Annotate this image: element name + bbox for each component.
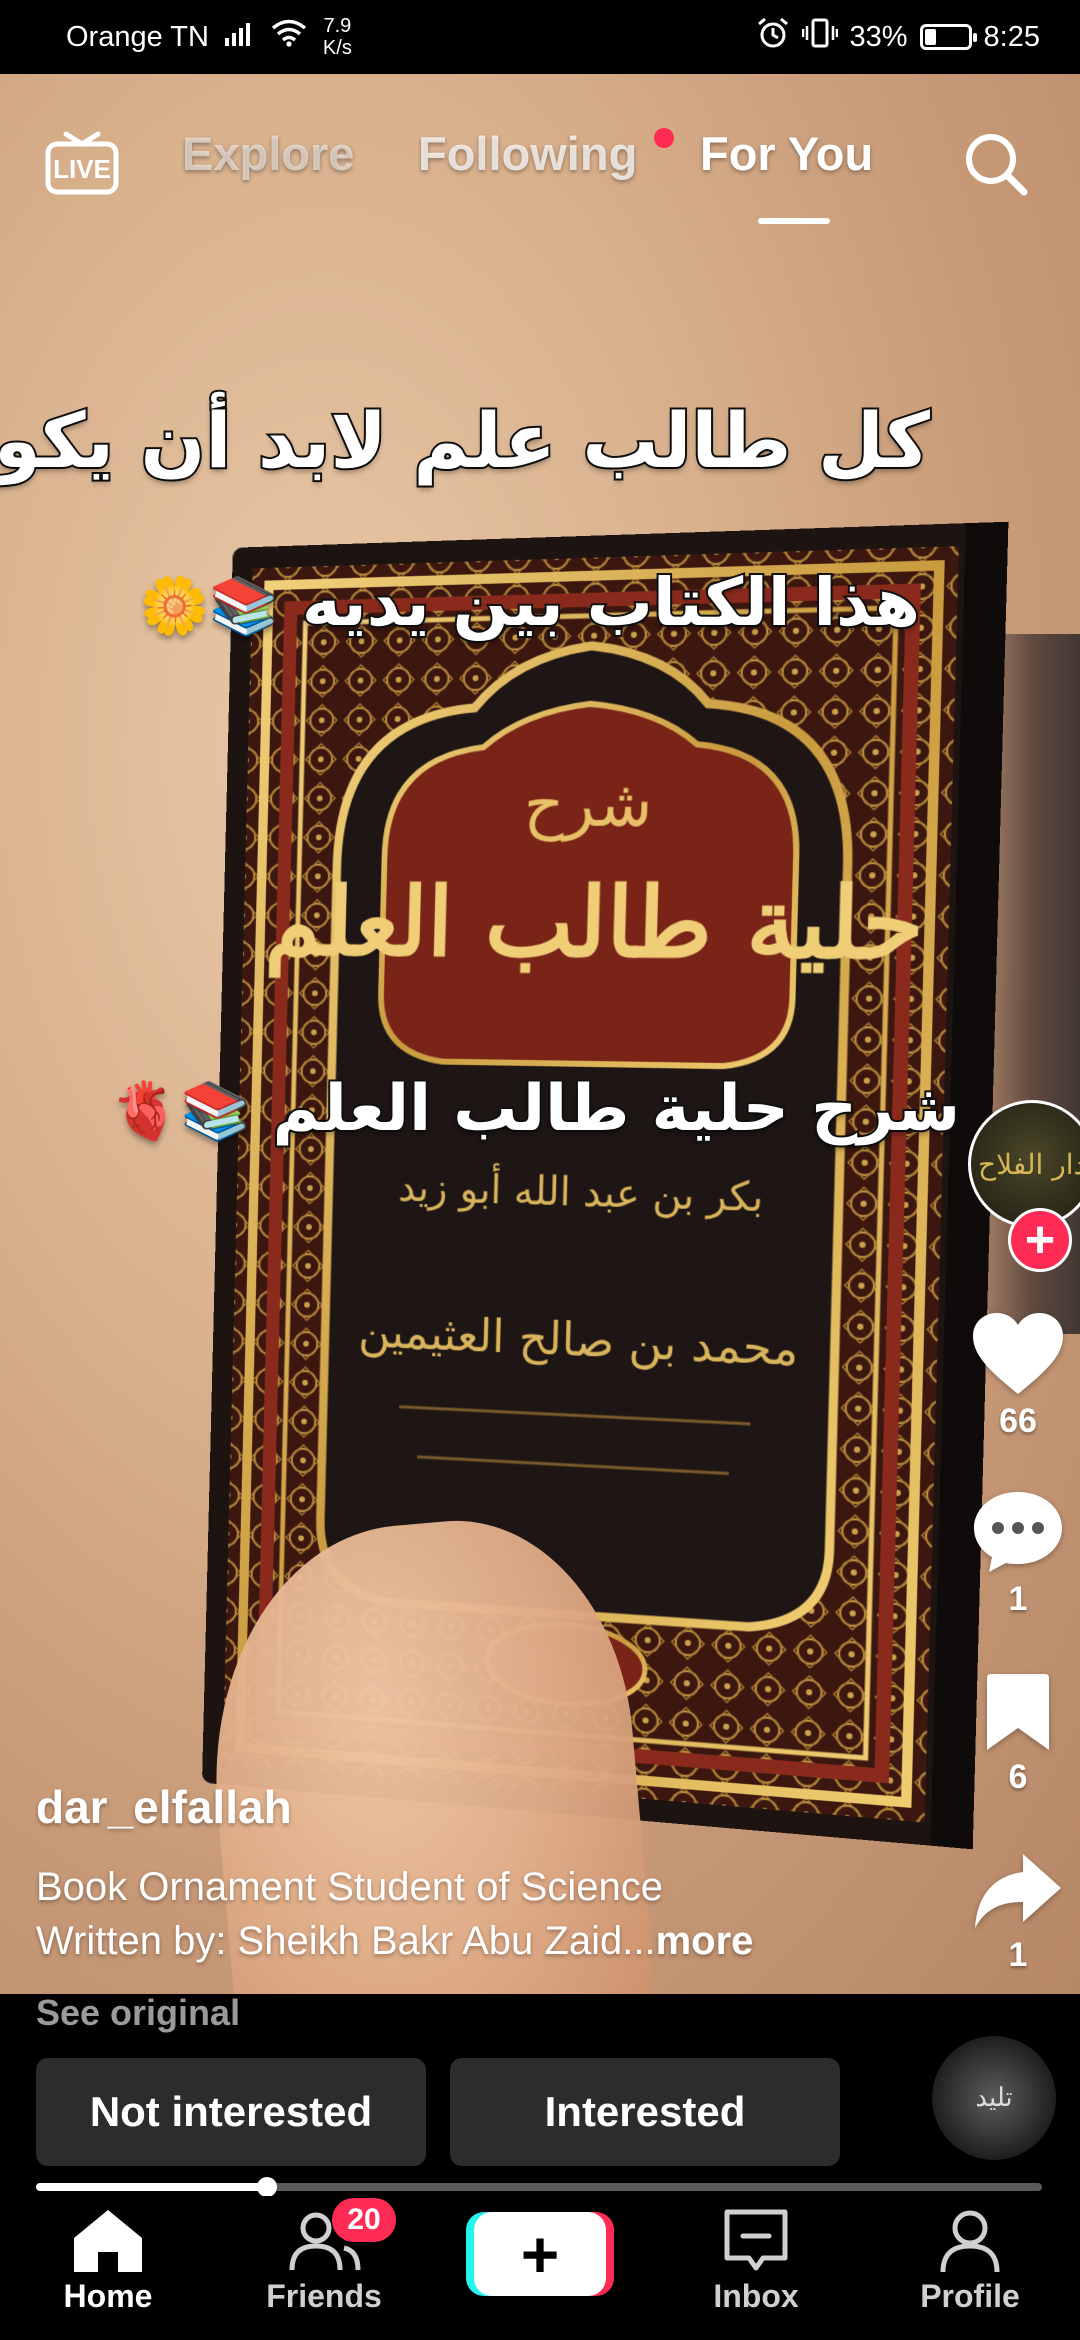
- bookmark-icon: [987, 1674, 1049, 1750]
- more-link[interactable]: more: [656, 1919, 754, 1963]
- share-count: 1: [1008, 1936, 1028, 1974]
- interested-button[interactable]: Interested: [450, 2058, 840, 2166]
- like-button[interactable]: 66: [956, 1312, 1080, 1441]
- progress-fill: [36, 2183, 268, 2191]
- comment-count: 1: [1008, 1580, 1028, 1618]
- description-line-1: Book Ornament Student of Science: [36, 1865, 664, 1909]
- description-line-2: Written by: Sheikh Bakr Abu Zaid...: [36, 1919, 656, 1963]
- books-heart-emoji: 📚🫀: [110, 1079, 251, 1144]
- status-bar: Orange TN 7.9 K/s 33% 8:25: [0, 0, 1080, 74]
- book-title-small: شرح: [523, 766, 654, 843]
- live-label: LIVE: [53, 154, 111, 184]
- nav-home[interactable]: Home: [18, 2208, 198, 2315]
- book-title-main: حلية طالب العلم: [264, 866, 926, 984]
- nav-profile-label: Profile: [920, 2278, 1020, 2314]
- creator-username[interactable]: dar_elfallah: [36, 1780, 916, 1834]
- nav-inbox-label: Inbox: [713, 2278, 799, 2314]
- playback-progress-bar[interactable]: [36, 2177, 1042, 2197]
- create-button[interactable]: +: [474, 2212, 606, 2296]
- caption-text: شرح حلية طالب العلم: [271, 1070, 962, 1148]
- wifi-icon: [271, 19, 307, 55]
- tab-following[interactable]: Following: [418, 126, 637, 181]
- creator-avatar[interactable]: دار الفلاح: [968, 1100, 1080, 1228]
- search-icon[interactable]: [960, 128, 1032, 200]
- battery-percent: 33%: [849, 20, 908, 53]
- caption-text: هذا الكتاب بين يديه: [300, 562, 922, 643]
- share-button[interactable]: 1: [956, 1850, 1080, 1975]
- video-caption-line-1: كل طالب علم لابد أن يكون: [0, 394, 932, 487]
- nav-profile[interactable]: Profile: [880, 2208, 1060, 2315]
- inbox-icon: [724, 2209, 788, 2271]
- home-icon: [74, 2210, 142, 2272]
- alarm-icon: [756, 17, 790, 57]
- friends-badge: 20: [332, 2198, 396, 2242]
- following-notification-dot: [654, 128, 674, 148]
- save-button[interactable]: 6: [956, 1672, 1080, 1797]
- profile-icon: [940, 2210, 1000, 2273]
- heart-icon: [973, 1313, 1063, 1394]
- share-arrow-icon: [975, 1854, 1061, 1928]
- signal-icon: [224, 21, 255, 54]
- tab-explore[interactable]: Explore: [182, 126, 354, 181]
- creator-avatar-group: دار الفلاح +: [968, 1098, 1080, 1272]
- live-icon[interactable]: LIVE: [44, 124, 120, 200]
- bottom-navigation: Home 20 Friends + Inbox Profile: [0, 2196, 1080, 2340]
- top-navigation: LIVE Explore Following For You: [0, 116, 1080, 224]
- progress-handle[interactable]: [257, 2177, 278, 2197]
- battery-icon: [919, 24, 977, 50]
- nav-inbox[interactable]: Inbox: [666, 2208, 846, 2315]
- follow-button[interactable]: +: [1008, 1208, 1072, 1272]
- nav-friends[interactable]: 20 Friends: [234, 2198, 414, 2315]
- vibrate-icon: [801, 17, 838, 57]
- video-info: dar_elfallah Book Ornament Student of Sc…: [36, 1780, 916, 1968]
- comment-button[interactable]: 1: [956, 1490, 1080, 1619]
- like-count: 66: [999, 1402, 1037, 1440]
- books-emoji: 📚🌼: [139, 574, 279, 639]
- video-caption-line-2: هذا الكتاب بين يديه 📚🌼: [100, 562, 922, 643]
- not-interested-button[interactable]: Not interested: [36, 2058, 426, 2166]
- clock: 8:25: [983, 20, 1040, 53]
- nav-home-label: Home: [63, 2278, 153, 2314]
- avatar-text: دار الفلاح: [978, 1147, 1080, 1181]
- see-original-link[interactable]: See original: [36, 1992, 240, 2034]
- video-player[interactable]: شرح حلية طالب العلم بكر بن عبد الله أبو …: [0, 74, 1080, 1994]
- tab-for-you[interactable]: For You: [700, 126, 873, 181]
- save-count: 6: [1008, 1758, 1028, 1796]
- music-disc[interactable]: تليد: [932, 2036, 1056, 2160]
- comment-icon: [974, 1492, 1062, 1572]
- carrier-name: Orange TN: [66, 20, 209, 53]
- nav-friends-label: Friends: [266, 2278, 382, 2314]
- network-speed: 7.9 K/s: [322, 15, 352, 59]
- active-tab-indicator: [758, 218, 830, 224]
- video-caption-line-3: شرح حلية طالب العلم 📚🫀: [111, 1070, 962, 1148]
- disc-text: تليد: [975, 2083, 1013, 2113]
- video-description[interactable]: Book Ornament Student of Science Written…: [36, 1860, 916, 1968]
